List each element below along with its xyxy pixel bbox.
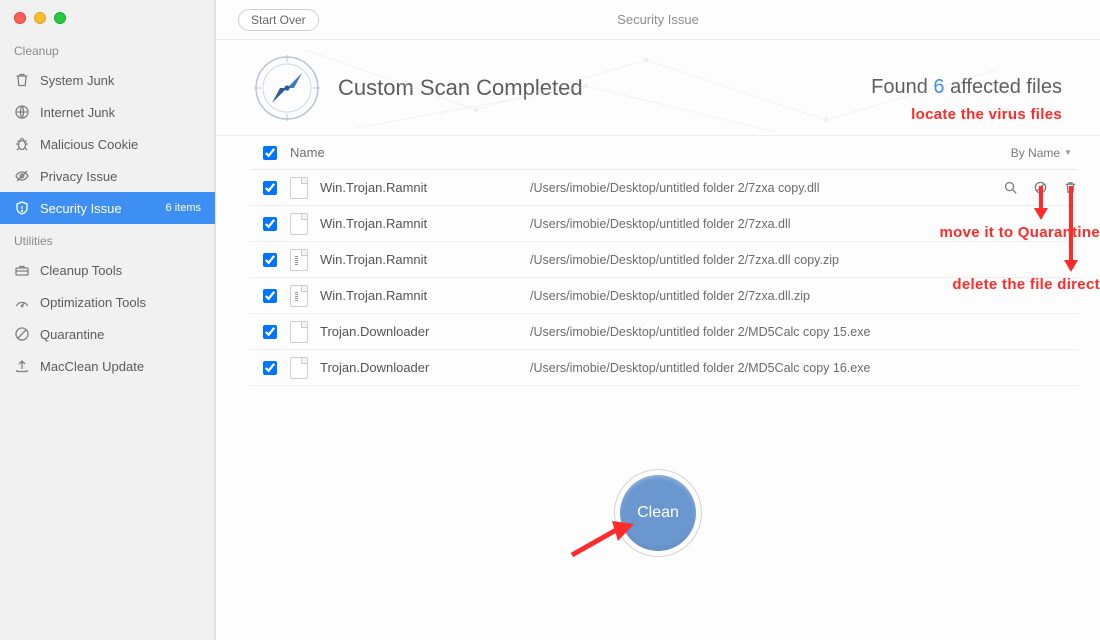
clean-section: Clean <box>216 386 1100 640</box>
sort-label: By Name <box>1011 146 1060 160</box>
sidebar-item-label: Malicious Cookie <box>40 137 201 152</box>
quarantine-icon <box>14 326 30 342</box>
shield-icon <box>14 200 30 216</box>
sidebar-item-label: Internet Junk <box>40 105 201 120</box>
window-traffic-lights <box>0 0 215 34</box>
threat-row[interactable]: Trojan.Downloader/Users/imobie/Desktop/u… <box>250 350 1078 386</box>
zip-file-icon <box>290 285 308 307</box>
quarantine-file-button[interactable] <box>1032 180 1048 196</box>
file-icon <box>290 213 308 235</box>
threat-name: Win.Trojan.Ramnit <box>320 288 427 303</box>
sidebar-item-security-issue[interactable]: Security Issue 6 items <box>0 192 215 224</box>
threat-path: /Users/imobie/Desktop/untitled folder 2/… <box>530 361 992 375</box>
zoom-window-button[interactable] <box>54 12 66 24</box>
globe-stop-icon <box>14 104 30 120</box>
threat-name: Win.Trojan.Ramnit <box>320 180 427 195</box>
sidebar-item-label: System Junk <box>40 73 201 88</box>
delete-file-button[interactable] <box>1062 180 1078 196</box>
sidebar-item-internet-junk[interactable]: Internet Junk <box>0 96 215 128</box>
row-checkbox[interactable] <box>263 217 277 231</box>
scan-summary: Custom Scan Completed Found 6 affected f… <box>216 40 1100 136</box>
sort-button[interactable]: By Name ▼ <box>1011 146 1072 160</box>
threat-path: /Users/imobie/Desktop/untitled folder 2/… <box>530 181 992 195</box>
sidebar-item-macclean-update[interactable]: MacClean Update <box>0 350 215 382</box>
sidebar-item-badge: 6 items <box>166 202 201 214</box>
sidebar-section-label: Cleanup <box>0 34 215 64</box>
table-header: Name By Name ▼ <box>250 136 1078 170</box>
row-checkbox[interactable] <box>263 325 277 339</box>
threat-path: /Users/imobie/Desktop/untitled folder 2/… <box>530 325 992 339</box>
found-suffix: affected files <box>945 76 1062 98</box>
main-panel: Start Over Security Issue Custom Scan Co… <box>216 0 1100 640</box>
sidebar-item-optimization-tools[interactable]: Optimization Tools <box>0 286 215 318</box>
chevron-down-icon: ▼ <box>1064 148 1072 157</box>
gauge-icon <box>14 294 30 310</box>
sidebar-item-label: Security Issue <box>40 201 156 216</box>
top-bar: Start Over Security Issue <box>216 0 1100 40</box>
sidebar-item-label: Cleanup Tools <box>40 263 201 278</box>
clean-button-ring: Clean <box>614 469 702 557</box>
page-title: Security Issue <box>617 12 699 27</box>
locate-file-button[interactable] <box>1002 180 1018 196</box>
threat-name: Trojan.Downloader <box>320 324 429 339</box>
eye-slash-icon <box>14 168 30 184</box>
threat-table: Name By Name ▼ Win.Trojan.Ramnit/Users/i… <box>216 136 1100 386</box>
upload-icon <box>14 358 30 374</box>
sidebar-item-label: Privacy Issue <box>40 169 201 184</box>
bug-icon <box>14 136 30 152</box>
sidebar-item-system-junk[interactable]: System Junk <box>0 64 215 96</box>
sidebar: Cleanup System Junk Internet Junk Malicious… <box>0 0 216 640</box>
annotation-locate: locate the virus files <box>911 106 1062 123</box>
file-icon <box>290 357 308 379</box>
threat-row[interactable]: Trojan.Downloader/Users/imobie/Desktop/u… <box>250 314 1078 350</box>
sidebar-item-privacy-issue[interactable]: Privacy Issue <box>0 160 215 192</box>
sidebar-item-quarantine[interactable]: Quarantine <box>0 318 215 350</box>
row-checkbox[interactable] <box>263 361 277 375</box>
trash-icon <box>14 72 30 88</box>
sidebar-item-malicious-cookie[interactable]: Malicious Cookie <box>0 128 215 160</box>
found-count-text: Found 6 affected files <box>871 76 1062 99</box>
file-icon <box>290 321 308 343</box>
select-all-checkbox[interactable] <box>263 146 277 160</box>
threat-row[interactable]: Win.Trojan.Ramnit/Users/imobie/Desktop/u… <box>250 242 1078 278</box>
threat-path: /Users/imobie/Desktop/untitled folder 2/… <box>530 217 992 231</box>
file-icon <box>290 177 308 199</box>
threat-row[interactable]: Win.Trojan.Ramnit/Users/imobie/Desktop/u… <box>250 278 1078 314</box>
threat-name: Win.Trojan.Ramnit <box>320 216 427 231</box>
zip-file-icon <box>290 249 308 271</box>
threat-row[interactable]: Win.Trojan.Ramnit/Users/imobie/Desktop/u… <box>250 206 1078 242</box>
threat-row[interactable]: Win.Trojan.Ramnit/Users/imobie/Desktop/u… <box>250 170 1078 206</box>
sidebar-item-cleanup-tools[interactable]: Cleanup Tools <box>0 254 215 286</box>
row-checkbox[interactable] <box>263 289 277 303</box>
sidebar-item-label: MacClean Update <box>40 359 201 374</box>
minimize-window-button[interactable] <box>34 12 46 24</box>
threat-name: Win.Trojan.Ramnit <box>320 252 427 267</box>
row-checkbox[interactable] <box>263 253 277 267</box>
threat-name: Trojan.Downloader <box>320 360 429 375</box>
found-number: 6 <box>933 76 944 98</box>
toolbox-icon <box>14 262 30 278</box>
column-name-header[interactable]: Name <box>290 145 530 160</box>
row-checkbox[interactable] <box>263 181 277 195</box>
compass-icon <box>254 55 320 121</box>
sidebar-item-label: Quarantine <box>40 327 201 342</box>
start-over-button[interactable]: Start Over <box>238 9 319 31</box>
close-window-button[interactable] <box>14 12 26 24</box>
clean-button[interactable]: Clean <box>620 475 696 551</box>
sidebar-section-label: Utilities <box>0 224 215 254</box>
found-prefix: Found <box>871 76 933 98</box>
sidebar-item-label: Optimization Tools <box>40 295 201 310</box>
threat-path: /Users/imobie/Desktop/untitled folder 2/… <box>530 289 992 303</box>
threat-path: /Users/imobie/Desktop/untitled folder 2/… <box>530 253 992 267</box>
scan-result-title: Custom Scan Completed <box>338 75 583 101</box>
